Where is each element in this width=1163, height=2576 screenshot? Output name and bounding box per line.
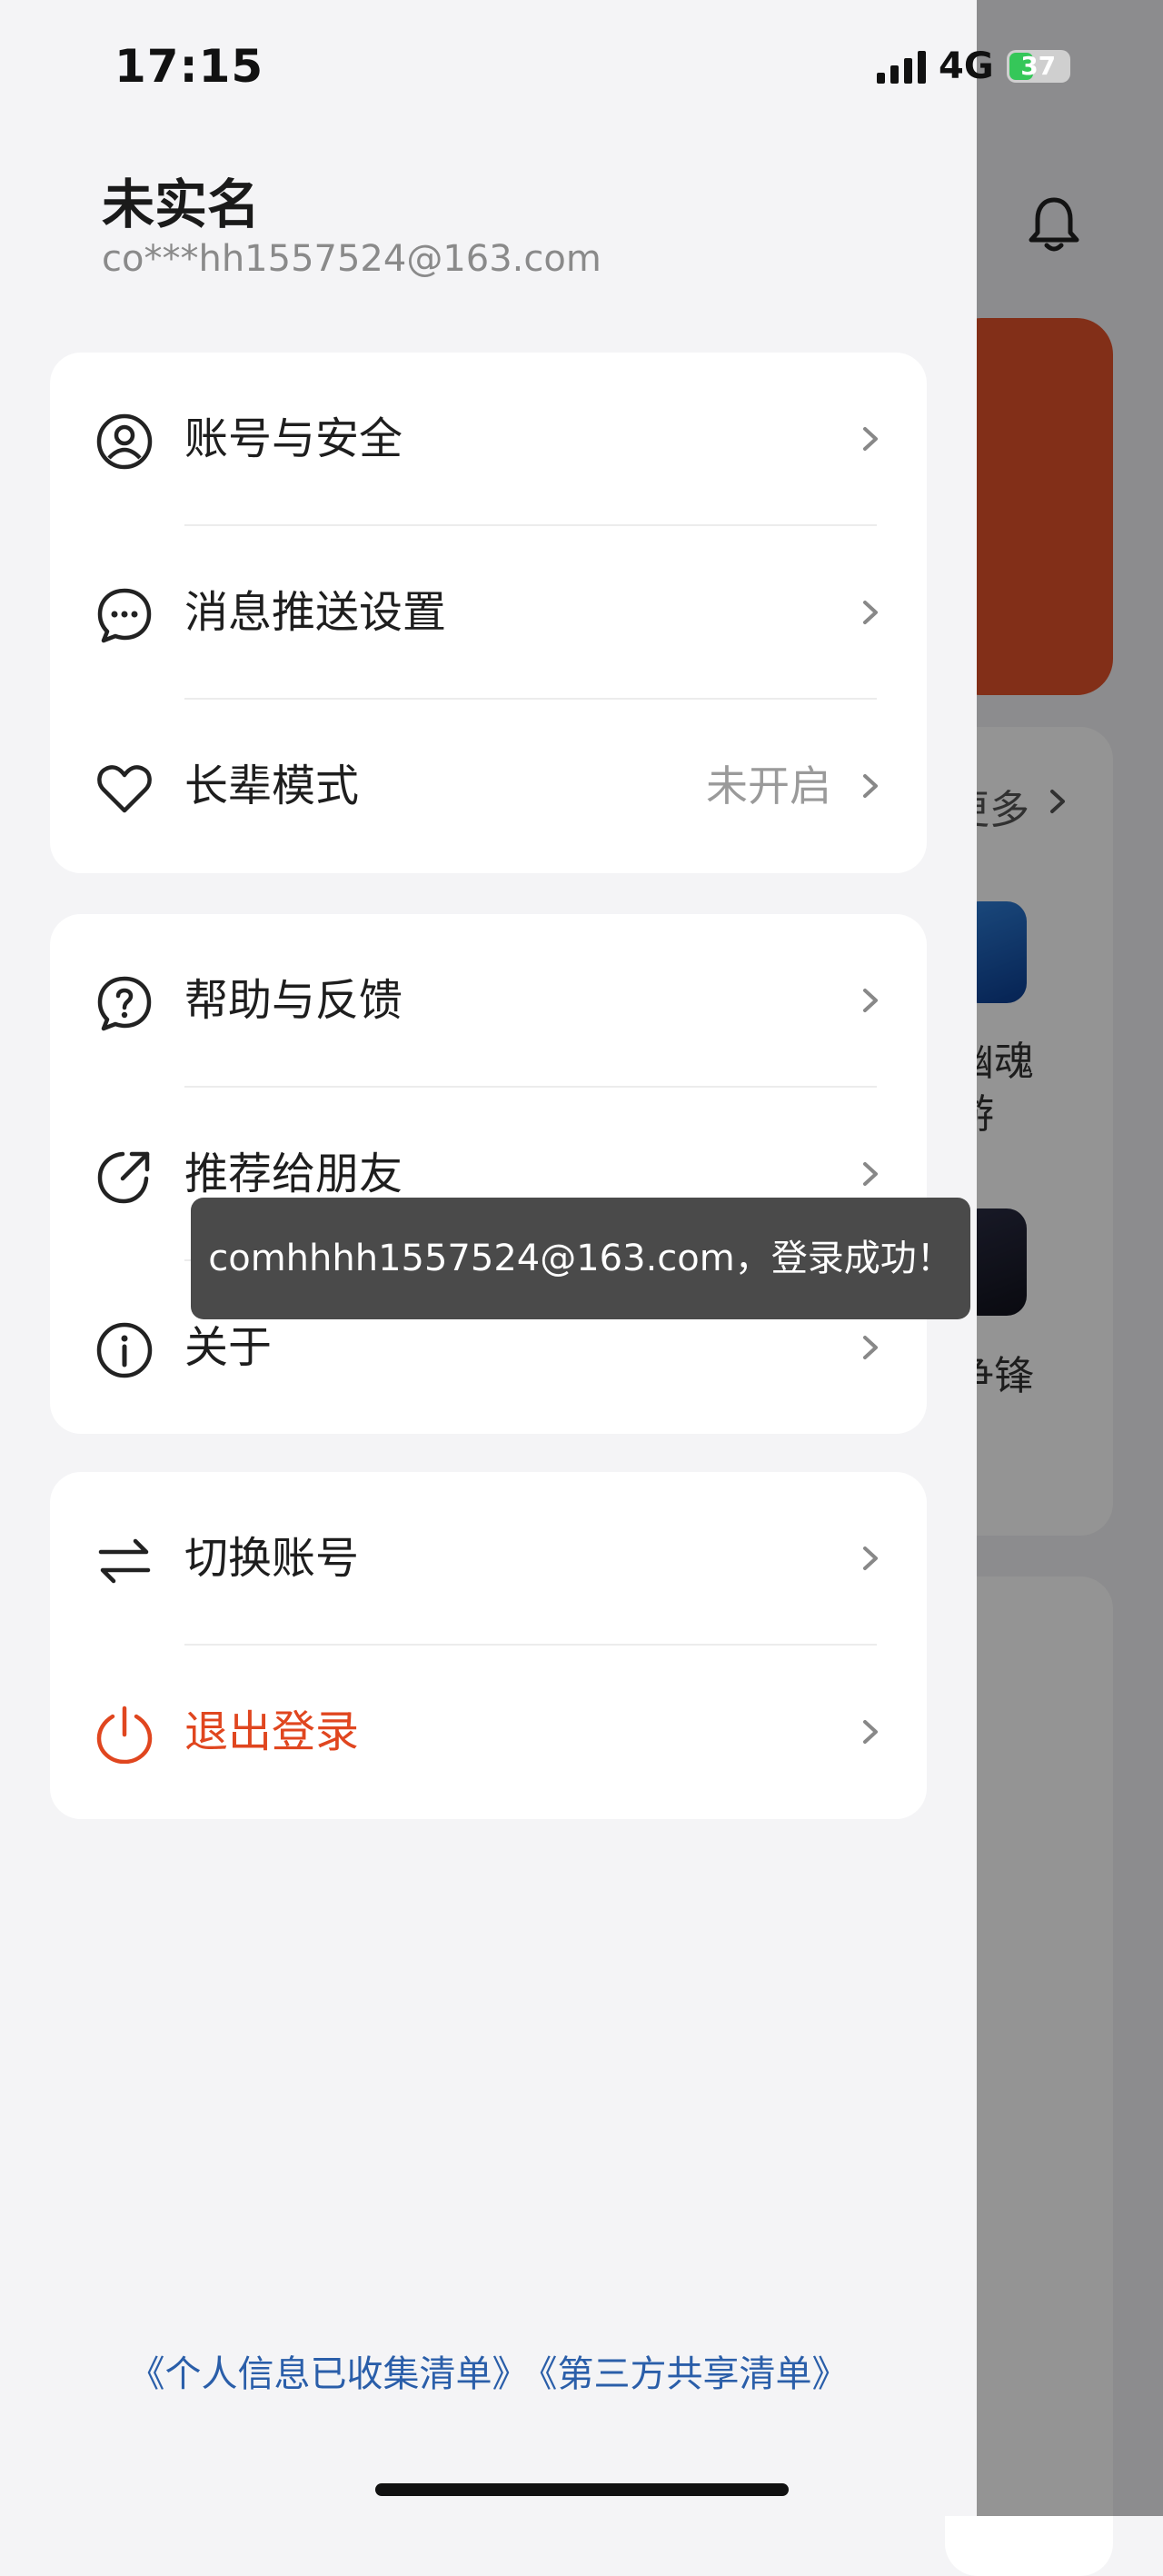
- menu-item-account-security[interactable]: 账号与安全: [50, 353, 927, 526]
- menu-label: 长辈模式: [184, 761, 360, 811]
- settings-card: 切换账号 退出登录: [50, 1472, 927, 1819]
- chevron-right-icon: [863, 774, 878, 798]
- message-bubble-icon: [97, 588, 152, 643]
- battery-level: 37: [1020, 51, 1057, 81]
- battery-icon: 37: [1006, 50, 1070, 83]
- menu-label: 账号与安全: [184, 413, 403, 464]
- chevron-right-icon: [863, 427, 878, 451]
- chevron-right-icon: [863, 1547, 878, 1570]
- menu-label: 切换账号: [184, 1533, 360, 1584]
- share-icon: [97, 1151, 150, 1204]
- menu-label: 退出登录: [184, 1706, 360, 1757]
- signal-icon: [877, 49, 926, 84]
- chevron-right-icon: [863, 989, 878, 1012]
- settings-card: 账号与安全 消息推送设置 长辈模式 未开启: [50, 353, 927, 873]
- menu-label: 帮助与反馈: [184, 975, 403, 1026]
- login-success-toast: comhhhh1557524@163.com，登录成功！: [191, 1198, 970, 1319]
- privacy-collected-list-link[interactable]: 《个人信息已收集清单》: [129, 2353, 529, 2395]
- elder-mode-status: 未开启: [706, 761, 831, 811]
- network-type: 4G: [939, 45, 994, 87]
- swap-icon: [98, 1538, 151, 1584]
- chevron-right-icon: [863, 1162, 878, 1186]
- user-email: co***hh1557524@163.com: [102, 238, 601, 280]
- chevron-right-icon: [863, 1720, 878, 1744]
- settings-card: 帮助与反馈 推荐给朋友 关于: [50, 914, 927, 1434]
- user-circle-icon: [96, 413, 153, 470]
- menu-item-push-settings[interactable]: 消息推送设置: [50, 526, 927, 700]
- menu-item-logout[interactable]: 退出登录: [50, 1646, 927, 1819]
- heart-icon: [97, 765, 152, 813]
- third-party-share-list-link[interactable]: 《第三方共享清单》: [540, 2353, 849, 2395]
- home-indicator[interactable]: [375, 2483, 789, 2496]
- footer-links: 《个人信息已收集清单》 《第三方共享清单》: [0, 2344, 977, 2397]
- status-indicators: 4G 37: [877, 42, 1070, 91]
- menu-item-elder-mode[interactable]: 长辈模式 未开启: [50, 700, 927, 873]
- chevron-right-icon: [863, 1336, 878, 1359]
- menu-label: 消息推送设置: [184, 587, 447, 638]
- power-icon: [96, 1706, 153, 1764]
- chevron-right-icon: [863, 601, 878, 624]
- status-time: 17:15: [114, 40, 264, 93]
- menu-item-switch-account[interactable]: 切换账号: [50, 1472, 927, 1646]
- info-icon: [96, 1322, 153, 1378]
- menu-item-help-feedback[interactable]: 帮助与反馈: [50, 914, 927, 1088]
- help-bubble-icon: [97, 976, 152, 1031]
- user-name: 未实名: [102, 174, 261, 235]
